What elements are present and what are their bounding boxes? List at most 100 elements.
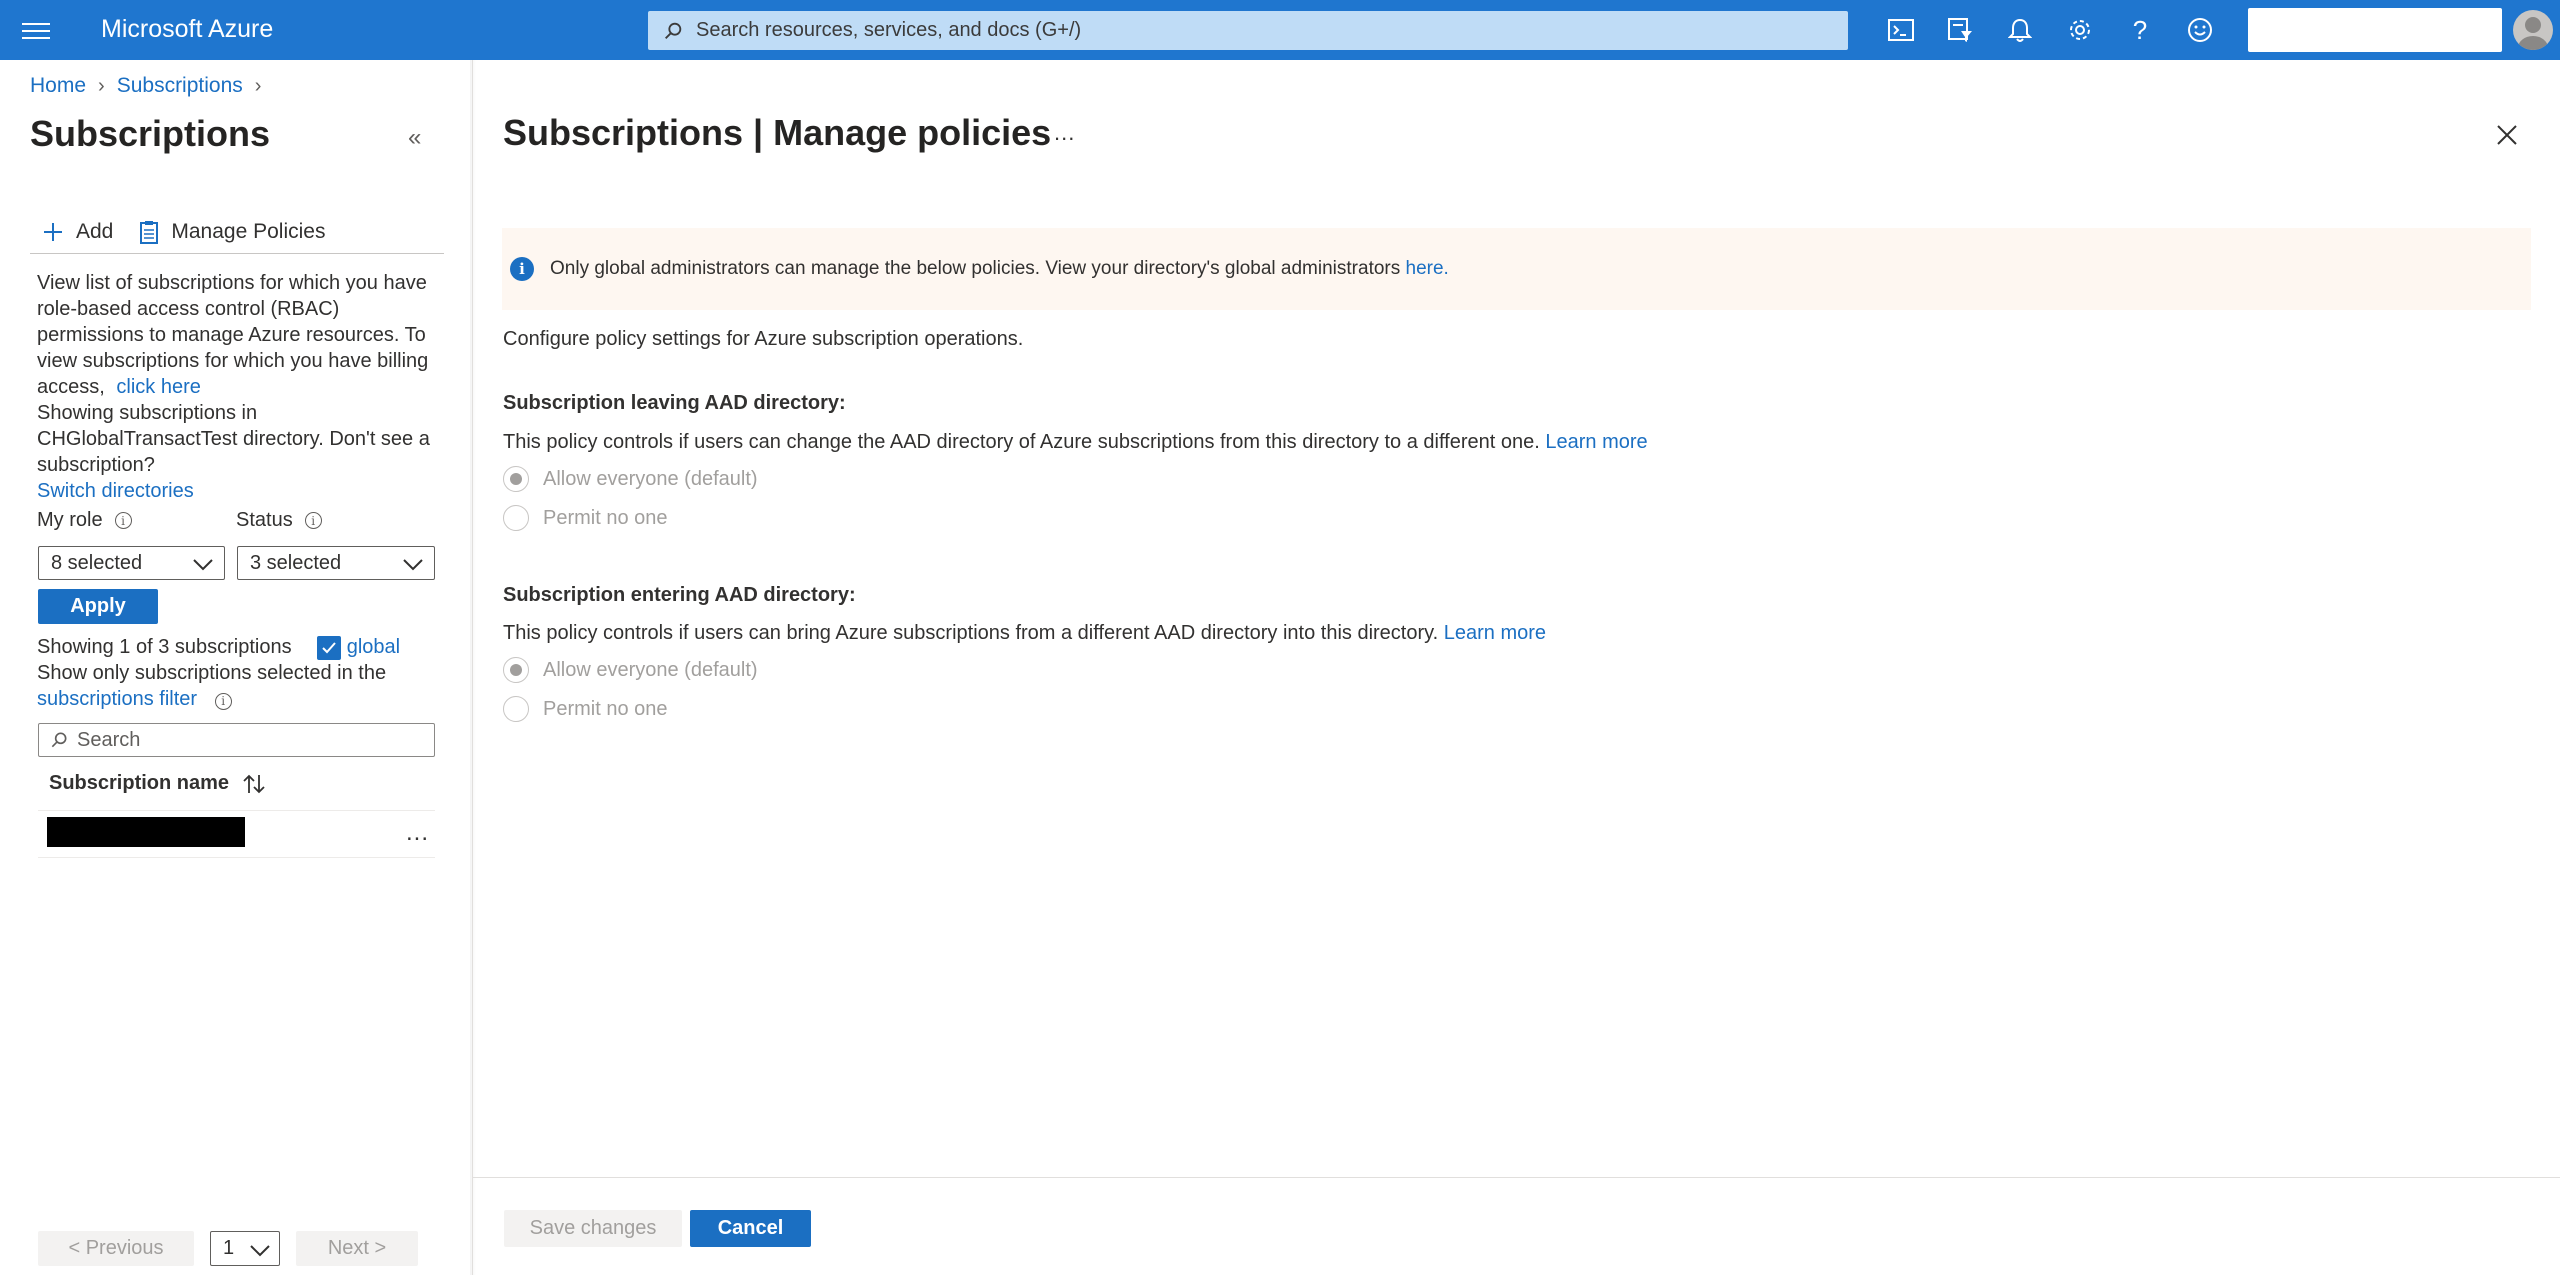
section-leaving-desc: This policy controls if users can change… [503, 431, 1648, 454]
section-entering-desc-text: This policy controls if users can bring … [503, 622, 1439, 644]
plus-icon [42, 221, 64, 243]
save-changes-button[interactable]: Save changes [504, 1210, 682, 1247]
menu-icon[interactable] [22, 18, 50, 42]
switch-directories-link[interactable]: Switch directories [37, 480, 194, 502]
description-text: View list of subscriptions for which you… [37, 272, 429, 398]
my-role-label: My role i [37, 509, 132, 532]
left-toolbar: Add Manage Policies [30, 210, 444, 254]
global-search-input[interactable]: Search resources, services, and docs (G+… [648, 11, 1848, 50]
subscriptions-filter-link[interactable]: subscriptions filter [37, 688, 197, 710]
chevron-down-icon [193, 559, 213, 571]
my-role-text: My role [37, 509, 103, 531]
section-leaving-desc-text: This policy controls if users can change… [503, 431, 1540, 453]
collapse-pane-icon[interactable]: « [408, 124, 421, 152]
add-button[interactable]: Add [42, 220, 113, 244]
feedback-icon[interactable] [2184, 14, 2216, 46]
settings-icon[interactable] [2064, 14, 2096, 46]
page-title: Subscriptions [30, 113, 271, 154]
info-icon[interactable]: i [114, 512, 132, 529]
notifications-icon[interactable] [2004, 14, 2036, 46]
close-icon[interactable] [2494, 122, 2520, 148]
blade-divider [472, 60, 473, 1275]
entering-permit-no-one-radio[interactable]: Permit no one [503, 696, 668, 722]
checkmark-icon [322, 642, 336, 654]
banner-text: Only global administrators can manage th… [550, 258, 1401, 279]
leaving-permit-no-one-radio[interactable]: Permit no one [503, 505, 668, 531]
blade-title: Subscriptions | Manage policies [503, 112, 1052, 153]
info-icon[interactable]: i [214, 692, 232, 710]
global-admins-link[interactable]: here. [1406, 258, 1449, 279]
learn-more-link[interactable]: Learn more [1545, 431, 1647, 453]
search-icon [51, 732, 67, 748]
top-bar: Microsoft Azure Search resources, servic… [0, 0, 2560, 60]
status-label: Status i [236, 509, 322, 532]
learn-more-link[interactable]: Learn more [1444, 622, 1546, 644]
showing-count: Showing 1 of 3 subscriptions [37, 636, 292, 658]
global-checkbox[interactable] [317, 635, 342, 660]
chevron-down-icon [403, 559, 423, 571]
status-text: Status [236, 509, 293, 531]
search-placeholder: Search resources, services, and docs (G+… [696, 19, 1082, 41]
column-label: Subscription name [49, 772, 230, 794]
info-icon[interactable]: i [304, 512, 322, 529]
account-box[interactable] [2248, 8, 2502, 52]
global-label[interactable]: global [347, 636, 400, 658]
section-leaving-title: Subscription leaving AAD directory: [503, 392, 846, 414]
radio-selected-icon [503, 657, 529, 683]
subscriptions-description: View list of subscriptions for which you… [37, 270, 447, 504]
directory-text: Showing subscriptions in CHGlobalTransac… [37, 402, 430, 476]
section-entering-title: Subscription entering AAD directory: [503, 584, 856, 606]
page-select[interactable]: 1 [210, 1231, 280, 1266]
avatar[interactable] [2513, 10, 2553, 50]
billing-click-here-link[interactable]: click here [116, 376, 200, 398]
leaving-allow-everyone-radio[interactable]: Allow everyone (default) [503, 466, 758, 492]
subscription-search-input[interactable]: Search [38, 723, 435, 757]
banner-text-wrap: Only global administrators can manage th… [550, 258, 1449, 280]
help-icon[interactable]: ? [2124, 14, 2156, 46]
table-row[interactable]: ... [38, 810, 435, 858]
info-banner: i Only global administrators can manage … [502, 228, 2531, 310]
radio-label: Permit no one [543, 506, 668, 529]
directory-filter-icon[interactable] [1944, 14, 1976, 46]
column-header-subscription-name[interactable]: Subscription name [49, 772, 267, 795]
row-more-button[interactable]: ... [406, 819, 429, 847]
add-label: Add [76, 219, 114, 243]
manage-policies-button[interactable]: Manage Policies [139, 220, 325, 244]
page-number: 1 [223, 1237, 235, 1259]
status-value: 3 selected [250, 551, 342, 574]
redacted-subscription-name[interactable] [47, 817, 245, 847]
sort-icon[interactable] [241, 773, 267, 795]
radio-unselected-icon [503, 505, 529, 531]
next-page-button[interactable]: Next > [296, 1231, 418, 1266]
footer-divider [473, 1177, 2560, 1178]
apply-button[interactable]: Apply [38, 589, 158, 624]
my-role-dropdown[interactable]: 8 selected [38, 546, 225, 580]
clipboard-icon [139, 220, 159, 244]
radio-label: Permit no one [543, 697, 668, 720]
cloud-shell-icon[interactable] [1885, 14, 1917, 46]
my-role-value: 8 selected [51, 551, 143, 574]
manage-policies-label: Manage Policies [171, 219, 326, 243]
radio-label: Allow everyone (default) [543, 658, 758, 681]
previous-page-button[interactable]: < Previous [38, 1231, 194, 1266]
radio-selected-icon [503, 466, 529, 492]
cancel-button[interactable]: Cancel [690, 1210, 811, 1247]
search-placeholder: Search [77, 728, 141, 751]
radio-label: Allow everyone (default) [543, 467, 758, 490]
search-icon [665, 22, 682, 39]
breadcrumb: Home › Subscriptions › [30, 74, 261, 98]
chevron-right-icon: › [98, 74, 105, 97]
section-entering-desc: This policy controls if users can bring … [503, 622, 1546, 645]
show-only-text: Show only subscriptions selected in the [37, 662, 387, 684]
entering-allow-everyone-radio[interactable]: Allow everyone (default) [503, 657, 758, 683]
brand-title[interactable]: Microsoft Azure [101, 15, 273, 44]
configure-text: Configure policy settings for Azure subs… [503, 328, 1024, 350]
chevron-right-icon: › [254, 74, 262, 97]
showing-summary: Showing 1 of 3 subscriptions global Show… [37, 634, 457, 712]
status-dropdown[interactable]: 3 selected [237, 546, 435, 580]
info-icon: i [510, 257, 534, 281]
radio-unselected-icon [503, 696, 529, 722]
blade-more-button[interactable]: ... [1054, 120, 1075, 146]
breadcrumb-home[interactable]: Home [30, 74, 86, 98]
breadcrumb-subscriptions[interactable]: Subscriptions [117, 74, 243, 98]
